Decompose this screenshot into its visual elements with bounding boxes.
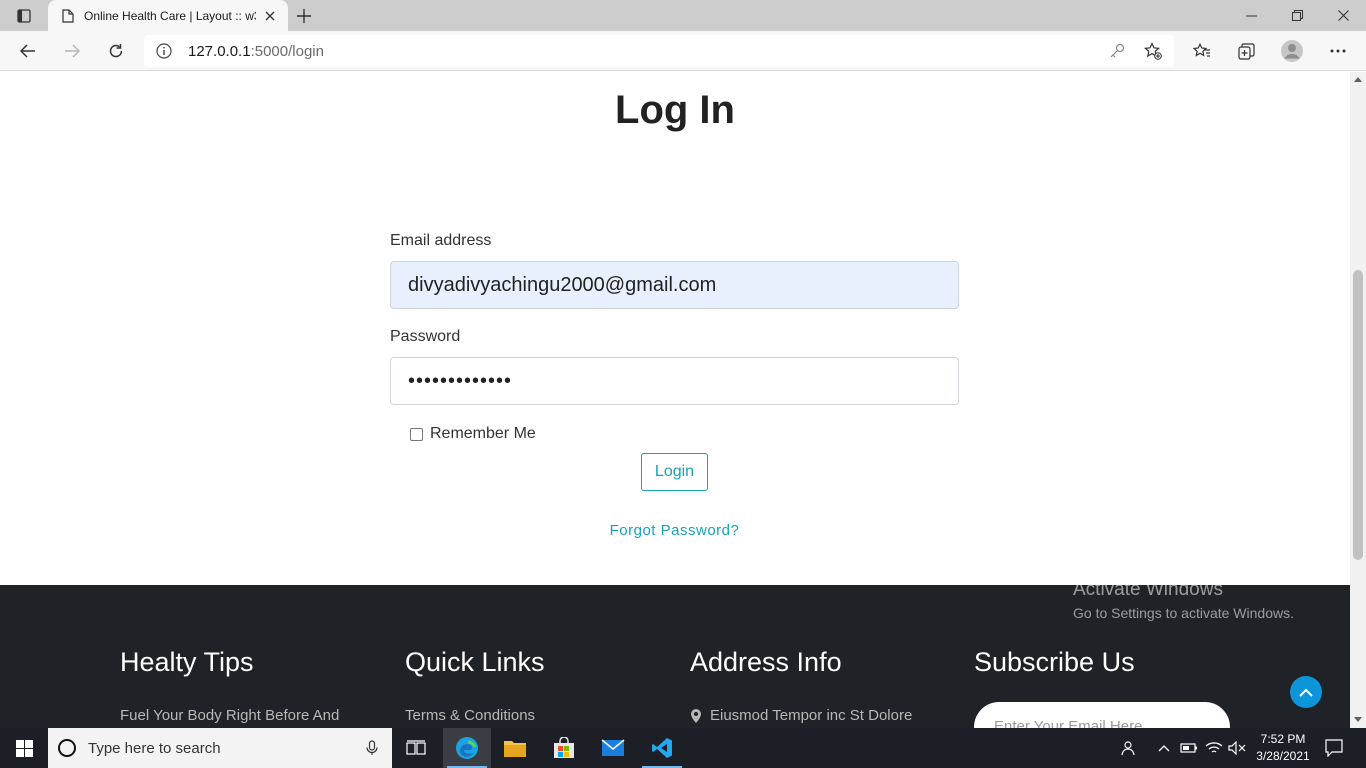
file-explorer-icon[interactable] [491, 728, 539, 768]
browser-tab[interactable]: Online Health Care | Layout :: w3 [48, 0, 288, 31]
refresh-icon[interactable] [100, 35, 132, 67]
remember-me-checkbox[interactable] [410, 427, 423, 441]
footer-col-title: Subscribe Us [974, 647, 1135, 677]
key-icon[interactable] [1109, 43, 1125, 59]
footer-col-text[interactable]: Fuel Your Body Right Before And [120, 707, 339, 724]
forward-icon[interactable] [56, 35, 88, 67]
microphone-icon[interactable] [364, 740, 380, 756]
battery-icon[interactable] [1178, 728, 1200, 768]
address-bar[interactable]: 127.0.0.1:5000/login [144, 35, 1174, 67]
store-icon[interactable] [540, 728, 588, 768]
favorites-icon[interactable] [1186, 35, 1218, 67]
map-pin-icon [690, 709, 702, 723]
minimize-icon[interactable] [1228, 0, 1274, 31]
tab-actions-icon[interactable] [8, 5, 40, 27]
chevron-up-icon [1299, 688, 1313, 697]
more-menu-icon[interactable] [1322, 35, 1354, 67]
login-button[interactable]: Login [641, 453, 708, 491]
collections-icon[interactable] [1230, 35, 1262, 67]
tab-close-icon[interactable] [262, 8, 278, 24]
page-scrollbar[interactable] [1350, 72, 1366, 728]
windows-start-icon[interactable] [0, 728, 48, 768]
scrollbar-thumb[interactable] [1353, 270, 1363, 560]
password-label: Password [390, 328, 461, 345]
tab-strip: Online Health Care | Layout :: w3 [0, 0, 1366, 31]
browser-toolbar: 127.0.0.1:5000/login [0, 31, 1366, 71]
activate-windows-watermark: Activate Windows Go to Settings to activ… [1073, 579, 1294, 621]
email-label: Email address [390, 232, 492, 249]
add-favorite-icon[interactable] [1144, 42, 1162, 60]
edge-browser-icon[interactable] [443, 728, 491, 768]
watermark-line1: Activate Windows [1073, 579, 1223, 600]
page-icon [60, 8, 76, 24]
footer-address-text: Eiusmod Tempor inc St Dolore [710, 707, 913, 724]
password-value: ••••••••••••• [408, 369, 513, 392]
vscode-icon[interactable] [638, 728, 686, 768]
notifications-icon[interactable] [1320, 728, 1348, 768]
wifi-icon[interactable] [1202, 728, 1226, 768]
terms-link[interactable]: Terms & Conditions [405, 707, 535, 724]
clock-time: 7:52 PM [1260, 732, 1306, 746]
taskbar-search-placeholder: Type here to search [88, 740, 221, 757]
chevron-up-tray-icon[interactable] [1154, 728, 1174, 768]
taskbar-clock[interactable]: 7:52 PM 3/28/2021 [1255, 731, 1311, 765]
taskbar: Type here to search 7:52 PM 3/28/2021 [0, 728, 1366, 768]
forgot-password-link[interactable]: Forgot Password? [390, 522, 959, 539]
footer-col-title: Address Info [690, 647, 842, 677]
clock-date: 3/28/2021 [1256, 749, 1310, 763]
subscribe-email-input[interactable]: Enter Your Email Here [974, 702, 1230, 728]
volume-muted-icon[interactable] [1226, 728, 1248, 768]
email-field[interactable]: divyadivyachingu2000@gmail.com [390, 261, 959, 309]
watermark-line2: Go to Settings to activate Windows. [1073, 605, 1294, 621]
profile-avatar-icon[interactable] [1276, 35, 1308, 67]
info-icon[interactable] [156, 43, 172, 59]
tab-title: Online Health Care | Layout :: w3 [84, 8, 256, 23]
people-icon[interactable] [1118, 728, 1140, 768]
task-view-icon[interactable] [392, 728, 440, 768]
email-value: divyadivyachingu2000@gmail.com [408, 273, 717, 296]
footer-col-title: Quick Links [405, 647, 545, 677]
scroll-up-icon[interactable] [1354, 77, 1362, 82]
mail-icon[interactable] [589, 728, 637, 768]
footer-col-title: Healty Tips [120, 647, 254, 677]
cortana-icon [58, 739, 76, 757]
scroll-to-top-button[interactable] [1290, 676, 1322, 708]
url-text: 127.0.0.1:5000/login [188, 43, 324, 60]
subscribe-placeholder: Enter Your Email Here [994, 718, 1143, 728]
page-title: Log In [615, 88, 735, 132]
back-icon[interactable] [12, 35, 44, 67]
new-tab-icon[interactable] [292, 5, 316, 27]
taskbar-search[interactable]: Type here to search [48, 728, 392, 768]
password-field[interactable]: ••••••••••••• [390, 357, 959, 405]
page-viewport: Log In Email address divyadivyachingu200… [0, 72, 1350, 728]
close-window-icon[interactable] [1320, 0, 1366, 31]
remember-me-label: Remember Me [430, 425, 536, 442]
restore-icon[interactable] [1274, 0, 1320, 31]
scroll-down-icon[interactable] [1354, 717, 1362, 722]
remember-me: Remember Me [410, 425, 536, 443]
